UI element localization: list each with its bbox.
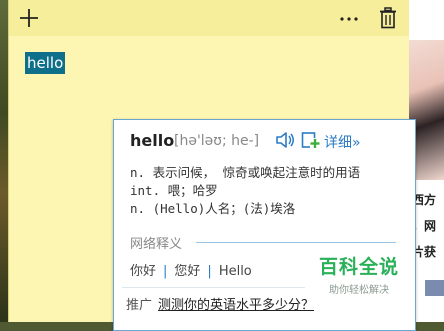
- detail-link[interactable]: 详细»: [324, 132, 361, 152]
- definition-line: n. (Hello)人名；(法)埃洛: [130, 201, 296, 216]
- dictionary-popup: hello [hə'ləʊ; he-] 详细» n. 表示问候， 惊奇或唤起注意…: [113, 119, 416, 331]
- definition-line: n. 表示问候， 惊奇或唤起注意时的用语: [130, 165, 361, 180]
- watermark-title: 百科全说: [318, 256, 399, 278]
- separator: |: [163, 264, 168, 279]
- background-thumbnail: [425, 280, 444, 296]
- separator: |: [207, 264, 212, 279]
- plus-icon[interactable]: [19, 8, 39, 28]
- speaker-icon[interactable]: [275, 131, 295, 149]
- trash-icon[interactable]: [379, 7, 397, 29]
- definitions: n. 表示问候， 惊奇或唤起注意时的用语 int. 喂；哈罗 n. (Hello…: [130, 164, 360, 218]
- more-icon[interactable]: [339, 8, 359, 28]
- watermark: 百科全说 助你轻松解决: [305, 246, 413, 296]
- phonetic: [hə'ləʊ; he-]: [174, 133, 260, 149]
- web-definition-item[interactable]: 你好: [130, 264, 156, 279]
- add-wordbook-icon[interactable]: [301, 131, 321, 149]
- web-definitions-label: 网络释义: [130, 237, 183, 252]
- selected-note-text[interactable]: hello: [25, 52, 66, 74]
- sticky-note-header[interactable]: [9, 0, 409, 36]
- headword: hello: [130, 131, 175, 150]
- promo-link[interactable]: 测测你的英语水平多少分？: [158, 298, 314, 313]
- promo-label: 推广: [126, 298, 153, 313]
- web-definitions: 你好 | 您好 | Hello: [130, 260, 252, 279]
- desktop-background: [0, 0, 8, 322]
- section-divider: [196, 242, 396, 243]
- web-definition-item[interactable]: Hello: [219, 264, 252, 279]
- definition-line: int. 喂；哈罗: [130, 183, 218, 198]
- web-definition-item[interactable]: 您好: [174, 264, 200, 279]
- promo-row: 推广 测测你的英语水平多少分？: [126, 294, 314, 313]
- watermark-subtitle: 助你轻松解决: [329, 285, 389, 296]
